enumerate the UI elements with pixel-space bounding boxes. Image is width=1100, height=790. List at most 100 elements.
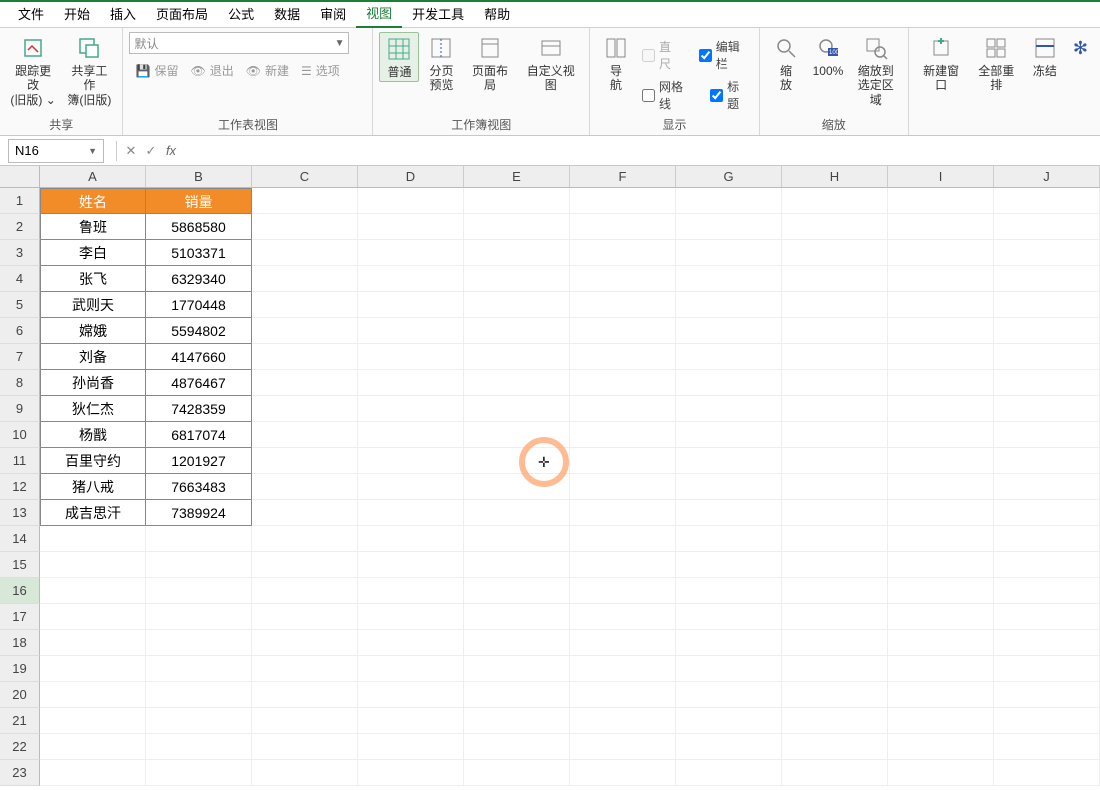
menu-item-1[interactable]: 开始 [54, 0, 100, 27]
cell-H4[interactable] [782, 266, 888, 292]
cell-J2[interactable] [994, 214, 1100, 240]
cell-C20[interactable] [252, 682, 358, 708]
row-header-3[interactable]: 3 [0, 240, 40, 266]
cell-H23[interactable] [782, 760, 888, 786]
cell-H14[interactable] [782, 526, 888, 552]
cell-A6[interactable]: 嫦娥 [40, 318, 146, 344]
cell-E5[interactable] [464, 292, 570, 318]
row-header-1[interactable]: 1 [0, 188, 40, 214]
cell-I14[interactable] [888, 526, 994, 552]
row-header-22[interactable]: 22 [0, 734, 40, 760]
cell-G13[interactable] [676, 500, 782, 526]
cell-A17[interactable] [40, 604, 146, 630]
col-header-J[interactable]: J [994, 166, 1100, 188]
cell-C3[interactable] [252, 240, 358, 266]
cell-H16[interactable] [782, 578, 888, 604]
cell-F1[interactable] [570, 188, 676, 214]
row-header-23[interactable]: 23 [0, 760, 40, 786]
cell-E20[interactable] [464, 682, 570, 708]
cell-F10[interactable] [570, 422, 676, 448]
cell-I8[interactable] [888, 370, 994, 396]
freeze-panes-button[interactable]: 冻结 [1025, 32, 1065, 80]
cell-F3[interactable] [570, 240, 676, 266]
cell-F5[interactable] [570, 292, 676, 318]
row-header-13[interactable]: 13 [0, 500, 40, 526]
cell-B23[interactable] [146, 760, 252, 786]
row-header-19[interactable]: 19 [0, 656, 40, 682]
cell-J5[interactable] [994, 292, 1100, 318]
cell-B18[interactable] [146, 630, 252, 656]
cell-C18[interactable] [252, 630, 358, 656]
cell-F21[interactable] [570, 708, 676, 734]
cell-H11[interactable] [782, 448, 888, 474]
menu-item-5[interactable]: 数据 [264, 0, 310, 27]
cell-E23[interactable] [464, 760, 570, 786]
cell-G23[interactable] [676, 760, 782, 786]
cell-A20[interactable] [40, 682, 146, 708]
sheetview-combo[interactable]: 默认 ▼ [129, 32, 349, 54]
col-header-B[interactable]: B [146, 166, 252, 188]
cell-F22[interactable] [570, 734, 676, 760]
page-layout-button[interactable]: 页面布局 [463, 32, 516, 95]
custom-view-button[interactable]: 自定义视图 [519, 32, 583, 95]
headings-checkbox[interactable]: 标题 [706, 76, 753, 114]
normal-view-button[interactable]: 普通 [379, 32, 419, 82]
zoom-selection-button[interactable]: 缩放到 选定区域 [850, 32, 902, 109]
cell-H19[interactable] [782, 656, 888, 682]
cell-A12[interactable]: 猪八戒 [40, 474, 146, 500]
cell-B16[interactable] [146, 578, 252, 604]
cell-G15[interactable] [676, 552, 782, 578]
spreadsheet-grid[interactable]: ABCDEFGHIJ 12345678910111213141516171819… [0, 166, 1100, 790]
cell-J7[interactable] [994, 344, 1100, 370]
cell-B6[interactable]: 5594802 [146, 318, 252, 344]
cell-D5[interactable] [358, 292, 464, 318]
cell-H13[interactable] [782, 500, 888, 526]
cell-F17[interactable] [570, 604, 676, 630]
cell-B4[interactable]: 6329340 [146, 266, 252, 292]
cell-C1[interactable] [252, 188, 358, 214]
row-header-15[interactable]: 15 [0, 552, 40, 578]
cell-E22[interactable] [464, 734, 570, 760]
cell-C19[interactable] [252, 656, 358, 682]
cell-G16[interactable] [676, 578, 782, 604]
cell-F11[interactable] [570, 448, 676, 474]
arrange-all-button[interactable]: 全部重排 [970, 32, 1023, 95]
col-header-D[interactable]: D [358, 166, 464, 188]
cell-B9[interactable]: 7428359 [146, 396, 252, 422]
enter-icon[interactable]: ✓ [141, 143, 161, 159]
cell-C12[interactable] [252, 474, 358, 500]
cell-G17[interactable] [676, 604, 782, 630]
cell-I16[interactable] [888, 578, 994, 604]
cell-B22[interactable] [146, 734, 252, 760]
cell-J21[interactable] [994, 708, 1100, 734]
cell-I5[interactable] [888, 292, 994, 318]
cell-E3[interactable] [464, 240, 570, 266]
cell-F8[interactable] [570, 370, 676, 396]
cell-G10[interactable] [676, 422, 782, 448]
cell-H9[interactable] [782, 396, 888, 422]
cell-F2[interactable] [570, 214, 676, 240]
cell-H6[interactable] [782, 318, 888, 344]
cell-G1[interactable] [676, 188, 782, 214]
row-header-6[interactable]: 6 [0, 318, 40, 344]
row-header-10[interactable]: 10 [0, 422, 40, 448]
cell-C7[interactable] [252, 344, 358, 370]
cell-D18[interactable] [358, 630, 464, 656]
cell-A3[interactable]: 李白 [40, 240, 146, 266]
menu-item-3[interactable]: 页面布局 [146, 0, 218, 27]
cell-A5[interactable]: 武则天 [40, 292, 146, 318]
cell-H10[interactable] [782, 422, 888, 448]
cell-I20[interactable] [888, 682, 994, 708]
cell-J4[interactable] [994, 266, 1100, 292]
cell-J23[interactable] [994, 760, 1100, 786]
cell-F6[interactable] [570, 318, 676, 344]
cell-G11[interactable] [676, 448, 782, 474]
cell-C23[interactable] [252, 760, 358, 786]
cell-B1[interactable]: 销量 [146, 188, 252, 214]
cell-D23[interactable] [358, 760, 464, 786]
cell-D21[interactable] [358, 708, 464, 734]
cell-D20[interactable] [358, 682, 464, 708]
cell-H15[interactable] [782, 552, 888, 578]
cell-J17[interactable] [994, 604, 1100, 630]
cell-B15[interactable] [146, 552, 252, 578]
